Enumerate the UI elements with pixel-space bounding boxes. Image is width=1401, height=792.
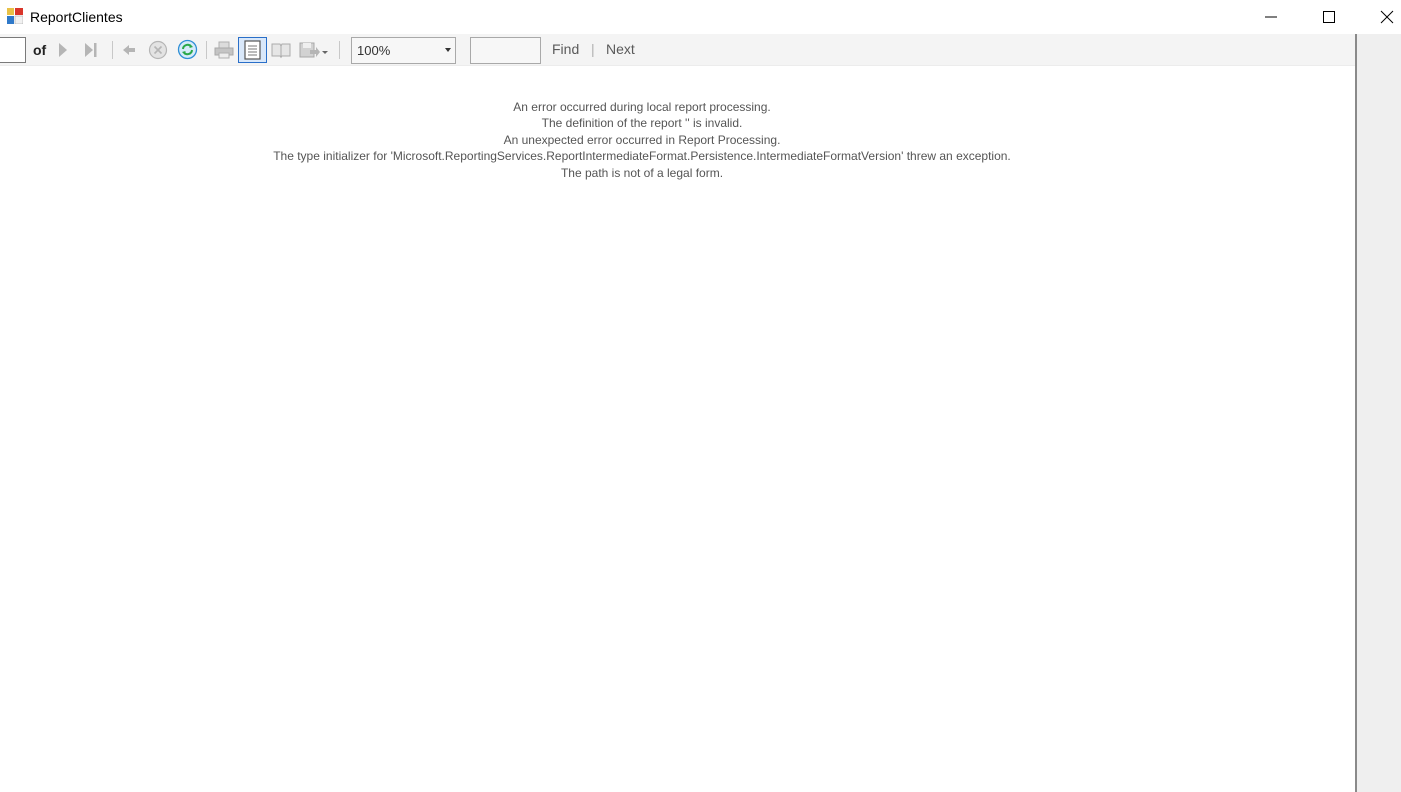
page-of-label: of: [33, 42, 47, 58]
back-icon: [123, 45, 135, 55]
print-button[interactable]: [213, 40, 235, 60]
title-bar: ReportClientes: [0, 0, 1401, 34]
maximize-icon: [1323, 11, 1335, 23]
print-layout-button[interactable]: [238, 37, 267, 63]
error-line: The definition of the report '' is inval…: [541, 116, 743, 131]
report-content-area: An error occurred during local report pr…: [0, 66, 1355, 792]
report-app-icon: [7, 8, 24, 25]
window-title: ReportClientes: [30, 9, 123, 25]
find-separator: |: [591, 41, 595, 57]
find-next-button[interactable]: Next: [606, 41, 635, 57]
minimize-icon: [1265, 16, 1277, 18]
chevron-down-icon: [445, 48, 451, 52]
next-page-button[interactable]: [55, 41, 71, 59]
toolbar-separator: [206, 41, 207, 59]
error-line: An unexpected error occurred in Report P…: [503, 132, 781, 147]
print-icon: [214, 41, 234, 59]
refresh-button[interactable]: [177, 39, 198, 60]
find-button[interactable]: Find: [552, 41, 579, 57]
page-setup-button[interactable]: [270, 40, 292, 60]
minimize-button[interactable]: [1242, 0, 1300, 34]
print-layout-icon: [244, 40, 261, 60]
next-page-icon: [59, 43, 67, 57]
last-page-icon: [85, 43, 97, 57]
maximize-button[interactable]: [1300, 0, 1358, 34]
error-message: An error occurred during local report pr…: [0, 99, 1284, 181]
error-line: The type initializer for 'Microsoft.Repo…: [273, 149, 1011, 164]
toolbar-separator: [339, 41, 340, 59]
vertical-scrollbar[interactable]: [1355, 34, 1401, 792]
error-line: An error occurred during local report pr…: [513, 100, 771, 114]
error-line: The path is not of a legal form.: [560, 165, 724, 180]
zoom-value: 100%: [357, 43, 391, 58]
refresh-icon: [177, 39, 198, 60]
stop-icon: [148, 40, 168, 60]
export-icon: [299, 42, 328, 58]
last-page-button[interactable]: [82, 41, 100, 59]
close-icon: [1380, 10, 1394, 24]
export-button[interactable]: [298, 40, 330, 60]
stop-button[interactable]: [148, 40, 168, 60]
page-setup-icon: [271, 43, 291, 59]
current-page-input[interactable]: [0, 37, 26, 63]
close-button[interactable]: [1358, 0, 1401, 34]
toolbar-separator: [112, 41, 113, 59]
zoom-select[interactable]: 100%: [351, 37, 456, 64]
find-text-input[interactable]: [470, 37, 541, 64]
back-button[interactable]: [120, 41, 138, 59]
report-toolbar: of 100% Find | Next: [0, 34, 1355, 66]
